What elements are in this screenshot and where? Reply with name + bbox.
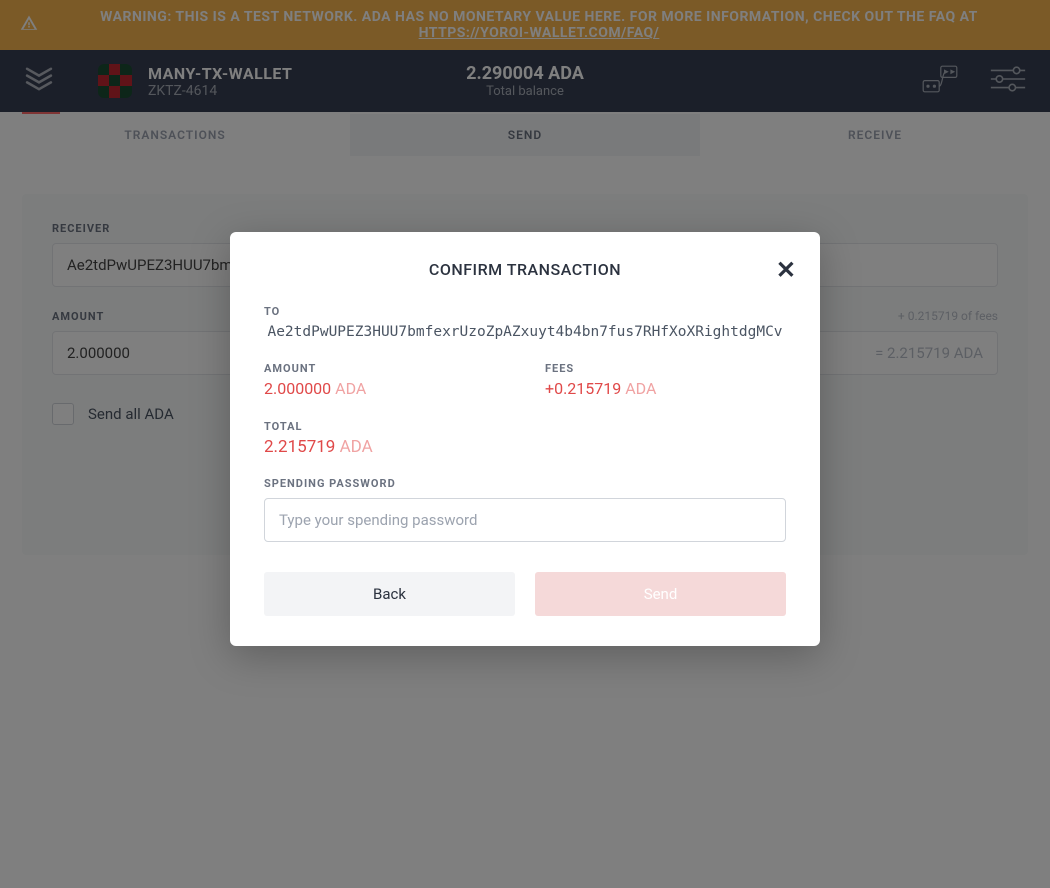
spending-password-input[interactable] bbox=[264, 498, 786, 542]
spending-password-label: SPENDING PASSWORD bbox=[264, 477, 786, 490]
modal-total-value: 2.215719 ADA bbox=[264, 437, 786, 457]
confirm-transaction-modal: CONFIRM TRANSACTION ✕ TO Ae2tdPwUPEZ3HUU… bbox=[230, 232, 820, 646]
send-button[interactable]: Send bbox=[535, 572, 786, 616]
modal-title: CONFIRM TRANSACTION bbox=[264, 260, 786, 279]
modal-to-address: Ae2tdPwUPEZ3HUU7bmfexrUzoZpAZxuyt4b4bn7f… bbox=[256, 324, 794, 340]
modal-total-label: TOTAL bbox=[264, 420, 786, 433]
modal-to-label: TO bbox=[264, 305, 786, 318]
modal-fees-value: +0.215719 ADA bbox=[545, 379, 786, 398]
modal-fees-label: FEES bbox=[545, 362, 786, 375]
modal-amount-label: AMOUNT bbox=[264, 362, 505, 375]
close-icon[interactable]: ✕ bbox=[776, 256, 796, 284]
back-button[interactable]: Back bbox=[264, 572, 515, 616]
modal-amount-value: 2.000000 ADA bbox=[264, 379, 505, 398]
